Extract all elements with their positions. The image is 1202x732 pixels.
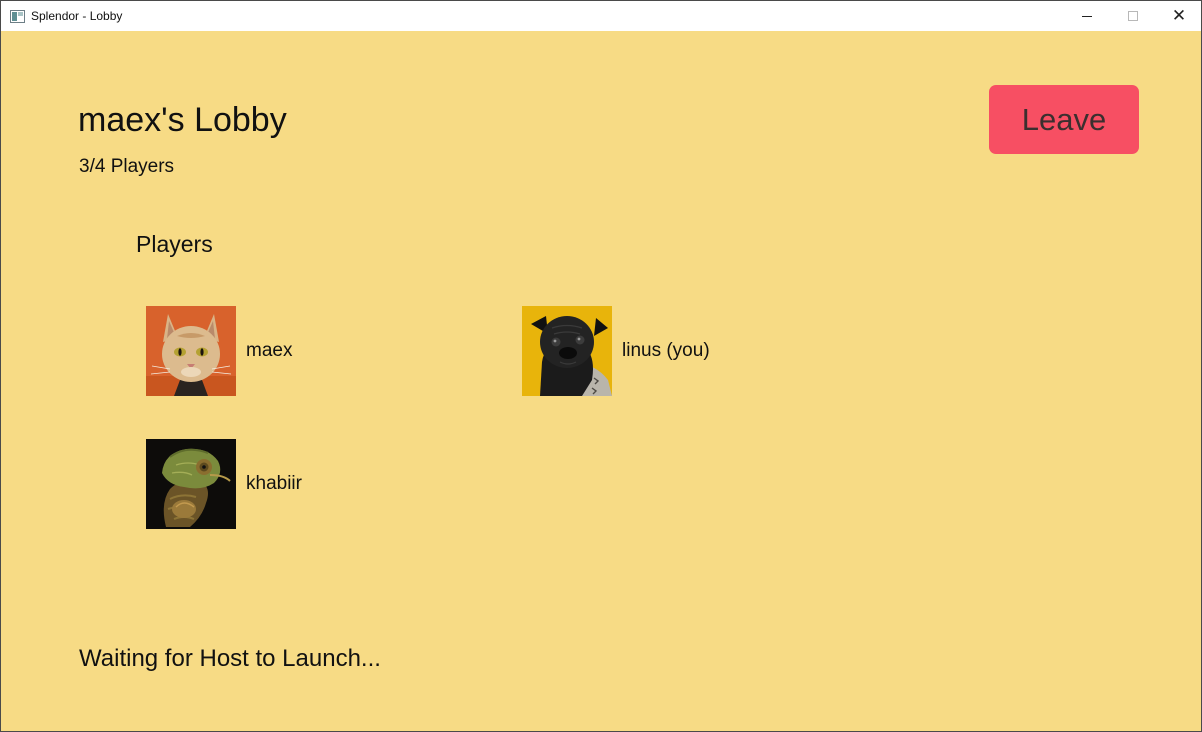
close-button[interactable]: ✕: [1156, 1, 1202, 31]
minimize-icon: [1082, 15, 1092, 17]
leave-button[interactable]: Leave: [989, 85, 1139, 154]
player-count: 3/4 Players: [79, 156, 175, 177]
player-card: khabiir: [146, 439, 302, 529]
players-heading: Players: [136, 231, 213, 257]
lobby-title: maex's Lobby: [78, 101, 287, 139]
waiting-status: Waiting for Host to Launch...: [79, 645, 381, 672]
title-bar[interactable]: Splendor - Lobby ✕: [1, 1, 1201, 31]
window-title: Splendor - Lobby: [31, 9, 123, 23]
cat-avatar: [146, 306, 236, 396]
maximize-icon: [1128, 11, 1138, 21]
app-window: Splendor - Lobby ✕ maex's Lobby 3/4 Play…: [0, 0, 1202, 732]
pug-avatar: [522, 306, 612, 396]
player-card: maex: [146, 306, 292, 396]
close-icon: ✕: [1171, 5, 1187, 26]
chameleon-avatar: [146, 439, 236, 529]
player-name: khabiir: [246, 473, 302, 494]
player-name: maex: [246, 340, 293, 361]
maximize-button[interactable]: [1110, 1, 1156, 31]
player-card: linus (you): [522, 306, 710, 396]
app-icon: [10, 10, 25, 23]
minimize-button[interactable]: [1064, 1, 1110, 31]
player-name: linus (you): [622, 340, 710, 361]
lobby-content: maex's Lobby 3/4 Players Leave Players m…: [1, 31, 1201, 731]
